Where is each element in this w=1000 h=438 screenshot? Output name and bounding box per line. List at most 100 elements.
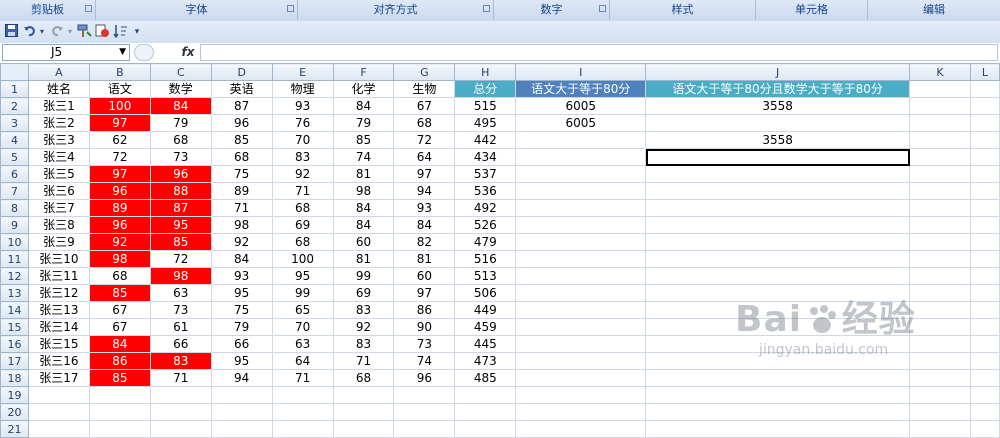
cell-i2[interactable]: 6005 (515, 97, 647, 115)
cell-j15[interactable] (645, 318, 911, 336)
cell-c17[interactable]: 83 (149, 352, 212, 370)
cell-a21[interactable] (27, 420, 90, 438)
cell-d21[interactable] (210, 420, 273, 438)
cell-i16[interactable] (515, 335, 647, 353)
row-header[interactable]: 2 (0, 97, 29, 115)
cell-k21[interactable] (909, 420, 971, 438)
cell-c12[interactable]: 98 (149, 267, 212, 285)
column-header-b[interactable]: B (88, 63, 151, 81)
cell-e17[interactable]: 64 (271, 352, 334, 370)
cell-j20[interactable] (645, 403, 911, 421)
cell-b1[interactable]: 语文 (88, 80, 151, 98)
cell-f15[interactable]: 92 (332, 318, 395, 336)
column-header-d[interactable]: D (210, 63, 273, 81)
cell-b18[interactable]: 85 (88, 369, 151, 387)
cell-g4[interactable]: 72 (393, 131, 456, 149)
cell-f18[interactable]: 68 (332, 369, 395, 387)
undo-icon[interactable] (22, 24, 36, 40)
cell-g11[interactable]: 81 (393, 250, 456, 268)
cell-g6[interactable]: 97 (393, 165, 456, 183)
cell-d2[interactable]: 87 (210, 97, 273, 115)
cell-j5[interactable] (645, 148, 911, 166)
cell-g7[interactable]: 94 (393, 182, 456, 200)
cell-d17[interactable]: 95 (210, 352, 273, 370)
cell-a4[interactable]: 张三3 (27, 131, 90, 149)
cell-j12[interactable] (645, 267, 911, 285)
cell-e3[interactable]: 76 (271, 114, 334, 132)
cell-j17[interactable] (645, 352, 911, 370)
cell-b4[interactable]: 62 (88, 131, 151, 149)
cell-k5[interactable] (909, 148, 971, 166)
cell-d12[interactable]: 93 (210, 267, 273, 285)
cell-e10[interactable]: 68 (271, 233, 334, 251)
cell-k6[interactable] (909, 165, 971, 183)
cell-e14[interactable]: 65 (271, 301, 334, 319)
dialog-launcher-icon[interactable] (85, 5, 92, 12)
cell-g16[interactable]: 73 (393, 335, 456, 353)
cell-k18[interactable] (909, 369, 971, 387)
cell-b20[interactable] (88, 403, 151, 421)
cell-f13[interactable]: 69 (332, 284, 395, 302)
cell-i1[interactable]: 语文大于等于80分 (515, 80, 647, 98)
cell-g1[interactable]: 生物 (393, 80, 456, 98)
cell-i8[interactable] (515, 199, 647, 217)
cell-c8[interactable]: 87 (149, 199, 212, 217)
cell-e18[interactable]: 71 (271, 369, 334, 387)
cell-f5[interactable]: 74 (332, 148, 395, 166)
row-header[interactable]: 18 (0, 369, 29, 387)
format-painter-icon[interactable] (76, 24, 92, 40)
cell-f21[interactable] (332, 420, 395, 438)
cell-i6[interactable] (515, 165, 647, 183)
cell-g12[interactable]: 60 (393, 267, 456, 285)
cell-i4[interactable] (515, 131, 647, 149)
cell-d16[interactable]: 66 (210, 335, 273, 353)
cell-h9[interactable]: 526 (454, 216, 517, 234)
cell-j9[interactable] (645, 216, 911, 234)
cell-f9[interactable]: 84 (332, 216, 395, 234)
row-header[interactable]: 8 (0, 199, 29, 217)
ribbon-group-alignment[interactable]: 对齐方式 (298, 0, 494, 20)
cell-f16[interactable]: 83 (332, 335, 395, 353)
cell-c1[interactable]: 数学 (149, 80, 212, 98)
cell-d11[interactable]: 84 (210, 250, 273, 268)
cell-g8[interactable]: 93 (393, 199, 456, 217)
redo-dropdown-icon[interactable]: ▾ (66, 24, 74, 40)
cell-i5[interactable] (515, 148, 647, 166)
cell-a2[interactable]: 张三1 (27, 97, 90, 115)
row-header[interactable]: 21 (0, 420, 29, 438)
cell-b6[interactable]: 97 (88, 165, 151, 183)
cell-l2[interactable] (969, 97, 1000, 115)
cell-h21[interactable] (454, 420, 517, 438)
cell-e9[interactable]: 69 (271, 216, 334, 234)
cell-b14[interactable]: 67 (88, 301, 151, 319)
cell-i7[interactable] (515, 182, 647, 200)
cell-d4[interactable]: 85 (210, 131, 273, 149)
cell-g14[interactable]: 86 (393, 301, 456, 319)
cell-a16[interactable]: 张三15 (27, 335, 90, 353)
cell-h20[interactable] (454, 403, 517, 421)
cell-f4[interactable]: 85 (332, 131, 395, 149)
cell-c15[interactable]: 61 (149, 318, 212, 336)
cell-e11[interactable]: 100 (271, 250, 334, 268)
row-header[interactable]: 9 (0, 216, 29, 234)
cell-e20[interactable] (271, 403, 334, 421)
cell-l10[interactable] (969, 233, 1000, 251)
cell-a18[interactable]: 张三17 (27, 369, 90, 387)
cell-d13[interactable]: 95 (210, 284, 273, 302)
cell-d10[interactable]: 92 (210, 233, 273, 251)
row-header[interactable]: 10 (0, 233, 29, 251)
cell-h17[interactable]: 473 (454, 352, 517, 370)
cell-k12[interactable] (909, 267, 971, 285)
cell-a9[interactable]: 张三8 (27, 216, 90, 234)
cell-f14[interactable]: 83 (332, 301, 395, 319)
cell-c6[interactable]: 96 (149, 165, 212, 183)
cell-j13[interactable] (645, 284, 911, 302)
cell-b11[interactable]: 98 (88, 250, 151, 268)
cell-l16[interactable] (969, 335, 1000, 353)
cell-j7[interactable] (645, 182, 911, 200)
cell-a8[interactable]: 张三7 (27, 199, 90, 217)
cell-d1[interactable]: 英语 (210, 80, 273, 98)
cell-h3[interactable]: 495 (454, 114, 517, 132)
cell-a20[interactable] (27, 403, 90, 421)
cell-c13[interactable]: 63 (149, 284, 212, 302)
